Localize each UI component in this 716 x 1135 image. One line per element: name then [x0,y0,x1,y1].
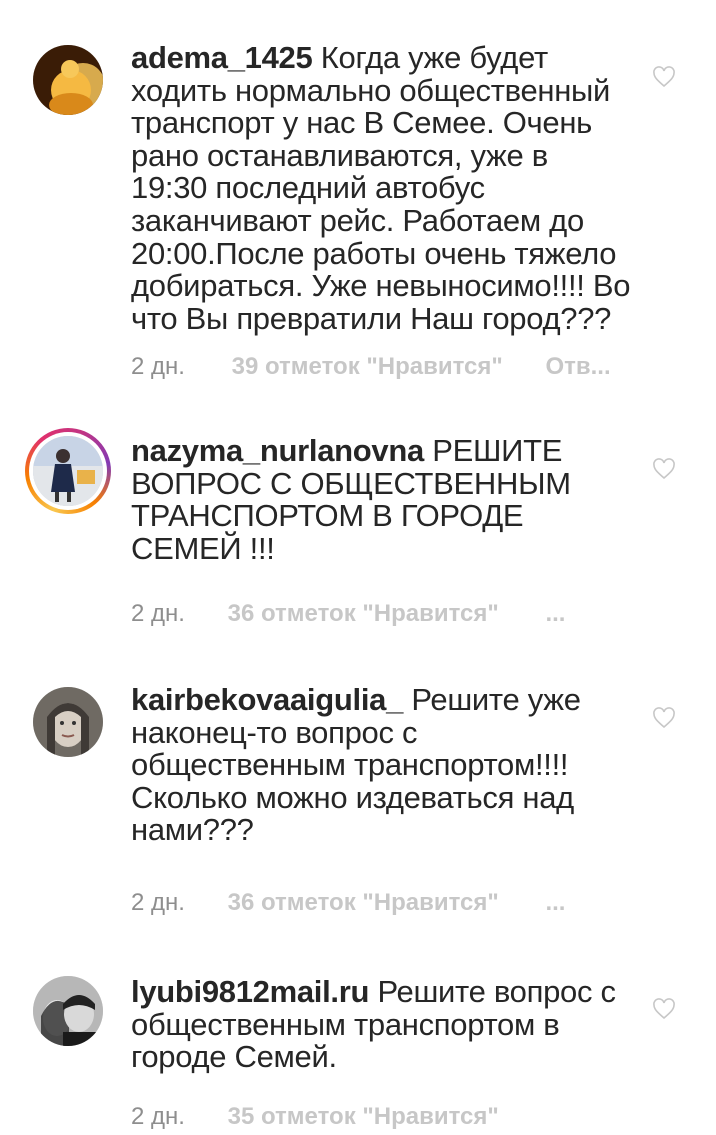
comment-likes[interactable]: 39 отметок "Нравится" [232,353,503,380]
comment-likes[interactable]: 35 отметок "Нравится" [228,1103,499,1130]
avatar-image [33,45,103,115]
comment-time: 2 дн. [131,1103,185,1130]
comment-username[interactable]: adema_1425 [131,40,313,75]
comment-meta: 2 дн. 36 отметок "Нравится" ... [131,889,565,917]
comment-time: 2 дн. [131,353,185,380]
avatar[interactable] [33,976,103,1046]
like-heart-icon[interactable] [652,998,676,1020]
comment-meta: 2 дн. 39 отметок "Нравится" Отв... [131,353,611,381]
avatar[interactable] [33,687,103,757]
like-heart-icon[interactable] [652,458,676,480]
comment-body: Когда уже будет ходить нормально обществ… [131,40,631,336]
comment-time: 2 дн. [131,600,185,627]
comment-meta: 2 дн. 36 отметок "Нравится" ... [131,600,565,628]
comment-time: 2 дн. [131,889,185,916]
comment-username[interactable]: lyubi9812mail.ru [131,974,369,1009]
avatar-image [33,436,103,506]
reply-button[interactable]: ... [545,600,565,627]
comment-text: adema_1425 Когда уже будет ходить нормал… [131,40,631,336]
like-heart-icon[interactable] [652,707,676,729]
comment-meta: 2 дн. 35 отметок "Нравится" [131,1103,499,1131]
comment-text: kairbekovaaigulia_ Решите уже наконец-то… [131,682,631,847]
comment-likes[interactable]: 36 отметок "Нравится" [228,600,499,627]
avatar-image [33,687,103,757]
avatar-image [33,976,103,1046]
story-ring[interactable] [25,428,111,514]
comment-text: lyubi9812mail.ru Решите вопрос с обществ… [131,974,631,1074]
avatar [33,436,103,506]
reply-button[interactable]: Отв... [545,353,610,380]
comment-likes[interactable]: 36 отметок "Нравится" [228,889,499,916]
comment-username[interactable]: kairbekovaaigulia_ [131,682,403,717]
reply-button[interactable]: ... [545,889,565,916]
like-heart-icon[interactable] [652,66,676,88]
comment-text: nazyma_nurlanovna РЕШИТЕ ВОПРОС С ОБЩЕСТ… [131,433,631,565]
avatar[interactable] [33,45,103,115]
comment-username[interactable]: nazyma_nurlanovna [131,433,424,468]
